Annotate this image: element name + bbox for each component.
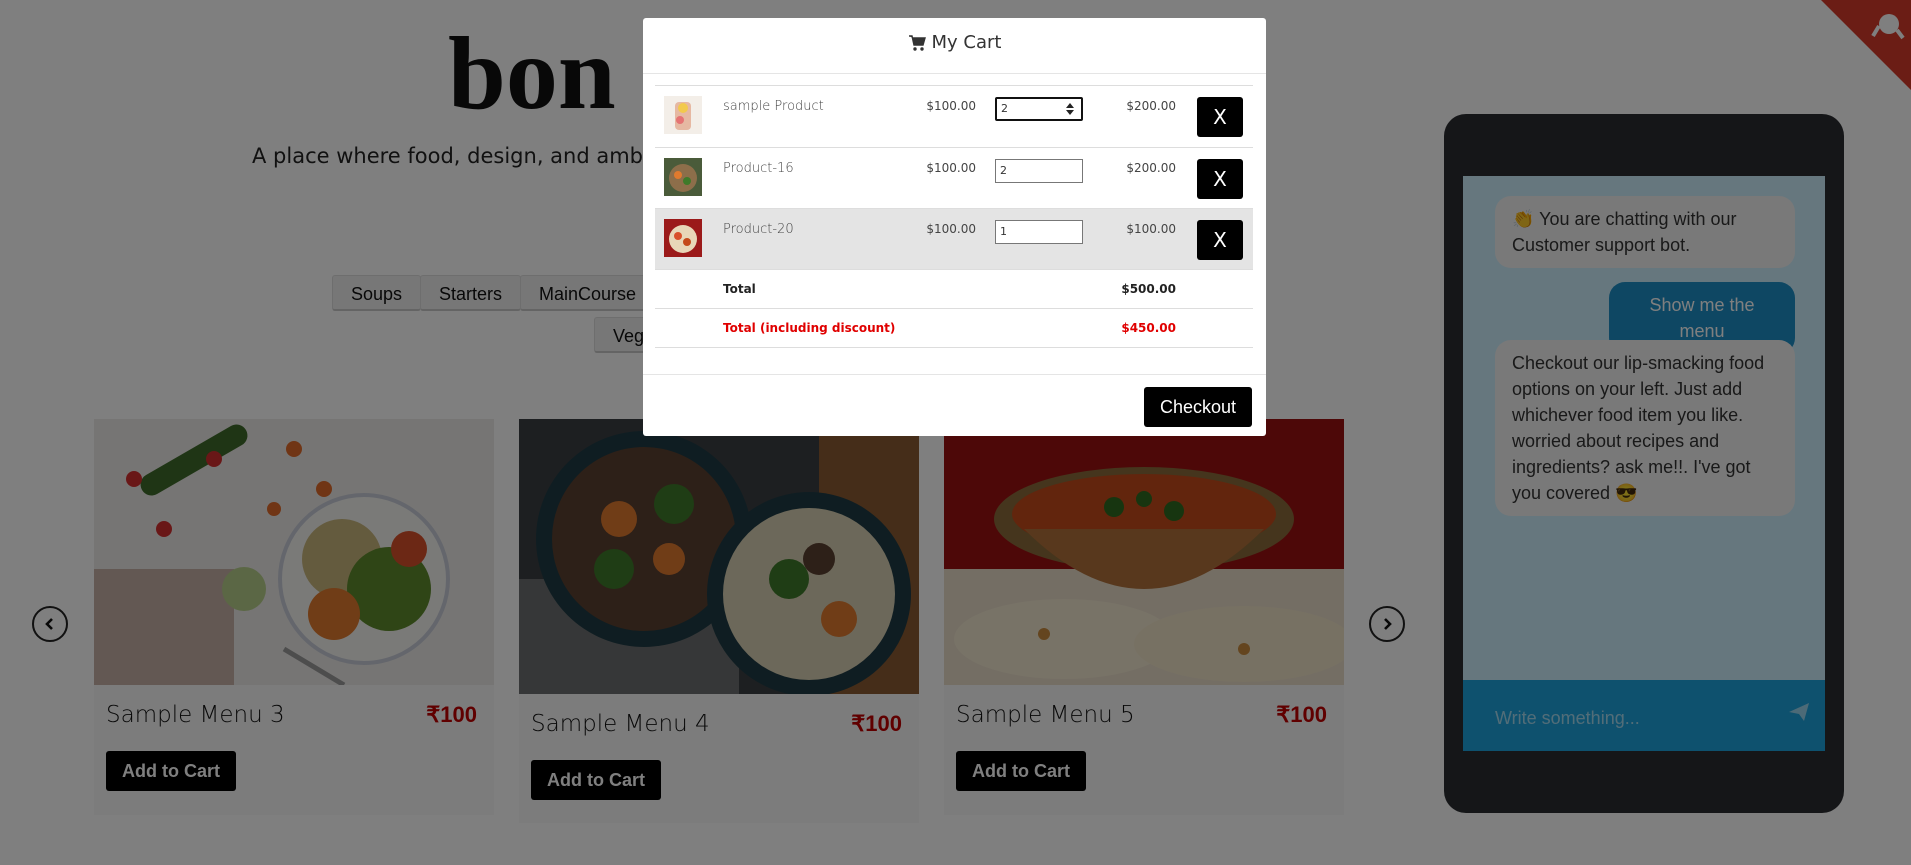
product-price: $100.00	[926, 161, 976, 175]
quantity-input[interactable]: 1	[995, 220, 1083, 244]
quantity-stepper[interactable]: 2	[995, 97, 1083, 121]
cart-modal: My Cart sample Product $100.00 2 $200.00…	[643, 18, 1266, 436]
quantity-input[interactable]: 2	[995, 159, 1083, 183]
discount-total-value: $450.00	[1121, 321, 1176, 335]
spinner-arrows-icon[interactable]	[1065, 102, 1075, 116]
discount-total-label: Total (including discount)	[723, 321, 896, 335]
product-name: Product-20	[723, 222, 794, 237]
cart-discount-row: Total (including discount) $450.00	[655, 308, 1253, 348]
modal-title: My Cart	[908, 32, 1002, 53]
total-value: $500.00	[1121, 282, 1176, 296]
cart-total-row: Total $500.00	[655, 269, 1253, 308]
quantity-value: 2	[1001, 102, 1008, 115]
product-name: sample Product	[723, 99, 824, 114]
product-thumbnail	[664, 219, 702, 257]
modal-footer-divider	[643, 374, 1266, 375]
product-price: $100.00	[926, 99, 976, 113]
modal-header: My Cart	[643, 18, 1266, 74]
cart-row: sample Product $100.00 2 $200.00 X	[655, 85, 1253, 147]
cart-row: Product-16 $100.00 2 $200.00 X	[655, 147, 1253, 208]
product-subtotal: $200.00	[1126, 99, 1176, 113]
shopping-cart-icon	[908, 34, 926, 51]
total-label: Total	[723, 282, 756, 296]
remove-item-button[interactable]: X	[1197, 159, 1243, 199]
product-thumbnail	[664, 96, 702, 134]
remove-item-button[interactable]: X	[1197, 97, 1243, 137]
product-thumbnail	[664, 158, 702, 196]
product-name: Product-16	[723, 161, 794, 176]
cart-row: Product-20 $100.00 1 $100.00 X	[655, 208, 1253, 269]
product-price: $100.00	[926, 222, 976, 236]
checkout-button[interactable]: Checkout	[1144, 387, 1252, 427]
product-subtotal: $100.00	[1126, 222, 1176, 236]
cart-title: My Cart	[931, 32, 1002, 53]
remove-item-button[interactable]: X	[1197, 220, 1243, 260]
product-subtotal: $200.00	[1126, 161, 1176, 175]
